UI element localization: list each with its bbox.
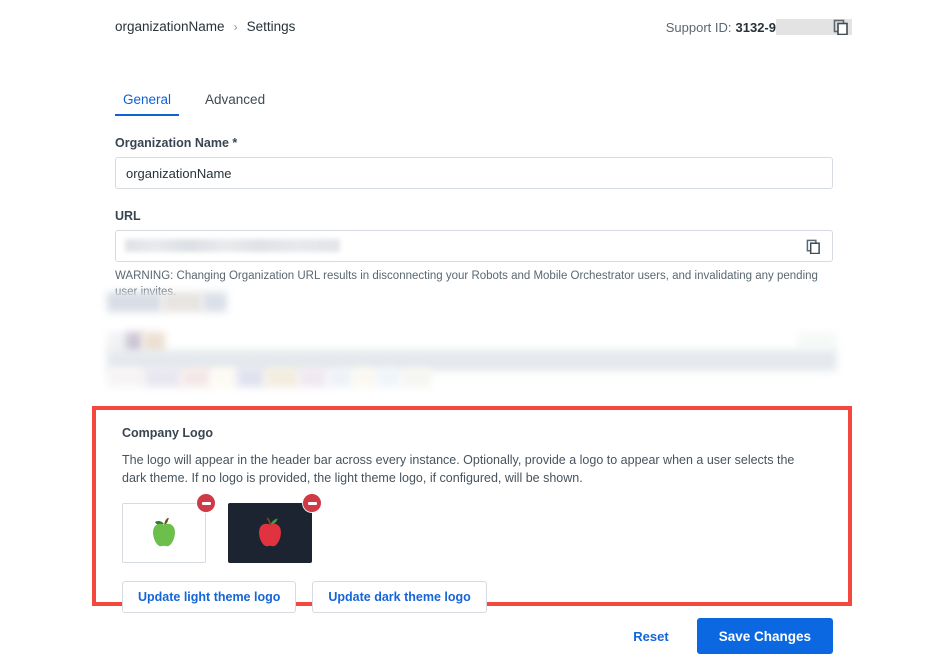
light-theme-logo-preview [122,503,206,564]
support-id-label: Support ID: [665,19,732,35]
organization-name-label: Organization Name * [115,136,238,150]
minus-icon [307,502,317,505]
remove-light-theme-logo-button[interactable] [197,494,215,513]
breadcrumb-organization[interactable]: organizationName [115,19,225,34]
copy-url-button[interactable] [803,236,823,256]
company-logo-title: Company Logo [122,426,213,440]
url-value-redacted [125,239,340,252]
copy-icon [833,19,849,35]
redacted-section [107,292,837,387]
save-changes-button[interactable]: Save Changes [696,618,833,654]
url-label: URL [115,209,141,223]
organization-name-field: Organization Name * [115,136,833,189]
update-dark-theme-logo-button[interactable]: Update dark theme logo [312,581,487,614]
reset-button[interactable]: Reset [627,628,674,645]
logo-action-buttons: Update light theme logo Update dark them… [122,581,822,614]
update-light-theme-logo-button[interactable]: Update light theme logo [122,581,297,614]
tab-general[interactable]: General [115,92,180,116]
support-id-value: 3132-9 [735,19,776,35]
red-apple-icon [253,515,287,551]
chevron-right-icon: › [233,19,238,34]
copy-icon [806,239,821,254]
breadcrumb-current: Settings [246,19,296,34]
support-id: Support ID: 3132-9 [666,19,852,35]
green-apple-icon [147,515,181,551]
form-actions: Reset Save Changes [627,618,833,654]
logo-thumbnails [122,494,822,564]
light-theme-logo-thumbnail[interactable] [122,494,215,564]
company-logo-panel: Company Logo The logo will appear in the… [92,406,852,614]
dark-theme-logo-thumbnail[interactable] [228,494,321,564]
top-bar: organizationName › Settings Support ID: … [0,0,950,53]
company-logo-description: The logo will appear in the header bar a… [122,453,795,486]
copy-support-id-button[interactable] [830,16,852,38]
dark-theme-logo-preview [228,503,312,564]
remove-dark-theme-logo-button[interactable] [303,494,321,513]
breadcrumb: organizationName › Settings [115,19,295,34]
minus-icon [201,502,211,505]
tab-advanced[interactable]: Advanced [197,92,273,116]
settings-tabs: General Advanced [115,84,291,116]
organization-name-input[interactable] [115,157,833,189]
url-field: URL WARNING: Changing Organization URL r… [115,209,833,300]
